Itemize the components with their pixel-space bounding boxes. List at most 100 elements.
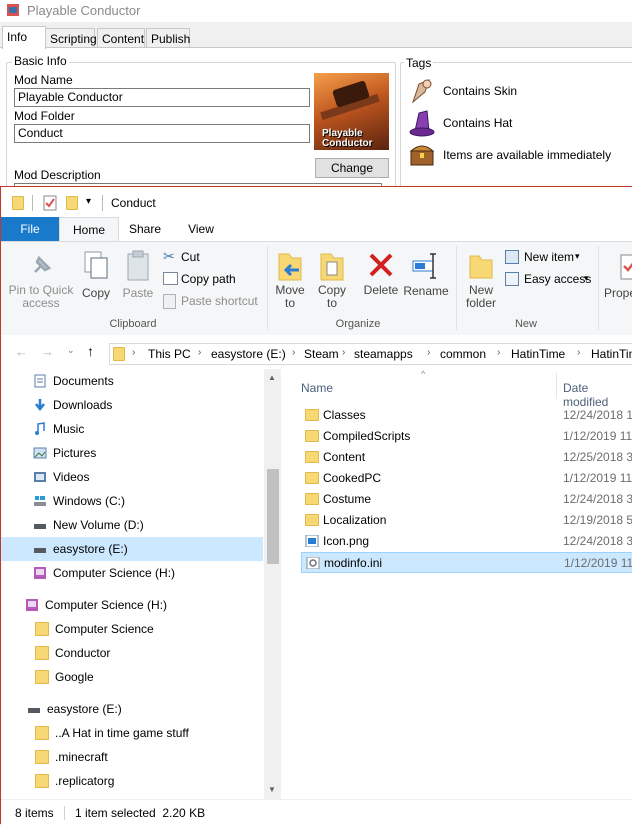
file-row-icon-png[interactable]: Icon.png 12/24/2018 3: [301,531,632,552]
change-button[interactable]: Change [315,158,389,178]
address-bar[interactable]: › This PC › easystore (E:) › Steam › ste… [109,343,632,365]
navigation-scrollbar[interactable]: ▲ ▼ [264,369,281,799]
cut-button[interactable]: ✂ Cut [161,248,261,266]
new-item-button[interactable]: New item ▾ [504,248,590,266]
tab-info[interactable]: Info [2,26,46,49]
tab-scripting[interactable]: Scripting [45,28,97,48]
tag-contains-skin[interactable]: Contains Skin [443,84,517,98]
breadcrumb-easystore[interactable]: easystore (E:) [211,347,286,361]
tab-home[interactable]: Home [59,217,119,242]
copy-icon [84,251,108,279]
copy-button[interactable]: Copy [77,248,115,308]
ribbon-home: Pin to Quick access Copy Paste ✂ Cut Cop… [1,241,632,337]
delete-button[interactable]: Delete [361,248,401,314]
customize-quick-access-icon[interactable]: ▾ [86,196,91,207]
hat-tag-icon [409,110,435,137]
mod-name-field[interactable]: Playable Conductor [14,88,310,107]
drive-icon [28,708,40,713]
nav-folder-computer-science[interactable]: Computer Science [35,617,263,641]
properties-icon[interactable] [43,195,57,211]
tab-view[interactable]: View [177,217,225,241]
network-drive-icon [34,567,46,579]
up-arrow-icon[interactable]: ↑ [87,343,94,359]
folder-icon [35,622,49,636]
ribbon-tabs: File Home Share View [1,217,632,242]
address-folder-icon [113,347,125,361]
nav-music[interactable]: Music [33,417,263,441]
file-list: ^ Name Date modified Classes 12/24/2018 … [281,369,632,799]
nav-folder-conductor[interactable]: Conductor [35,641,263,665]
pin-to-quick-access-button[interactable]: Pin to Quick access [7,248,75,314]
tab-share[interactable]: Share [121,217,169,241]
image-file-icon [305,535,319,547]
nav-downloads[interactable]: Downloads [33,393,263,417]
file-row-classes[interactable]: Classes 12/24/2018 11 [301,405,632,426]
nav-pictures[interactable]: Pictures [33,441,263,465]
paste-shortcut-button[interactable]: Paste shortcut [161,292,261,310]
breadcrumb-hatintime[interactable]: HatinTime [511,347,565,361]
folder-icon [305,430,319,442]
copy-to-icon [320,253,344,281]
nav-new-volume-d[interactable]: New Volume (D:) [33,513,263,537]
file-row-modinfo-ini-selected[interactable]: modinfo.ini 1/12/2019 11: [301,552,632,573]
nav-folder-replicatorg[interactable]: .replicatorg [35,769,263,793]
copy-path-button[interactable]: Copy path [161,270,261,288]
recent-locations-icon[interactable]: ⌄ [67,345,75,356]
tab-file[interactable]: File [1,217,59,241]
properties-button[interactable]: Prope [604,248,632,314]
breadcrumb-steam[interactable]: Steam [304,347,339,361]
easy-access-dropdown-icon: ▾ [584,273,589,283]
mod-folder-field[interactable]: Conduct [14,124,310,143]
tab-publish[interactable]: Publish [146,28,190,48]
paste-shortcut-icon [163,294,176,309]
column-name-header[interactable]: Name [301,381,333,395]
scroll-down-icon[interactable]: ▼ [268,785,276,794]
folder-icon [35,646,49,660]
move-to-button[interactable]: Move to [271,248,309,314]
folder-icon [305,451,319,463]
file-row-content[interactable]: Content 12/25/2018 3: [301,447,632,468]
breadcrumb-common[interactable]: common [440,347,486,361]
new-folder-button[interactable]: New folder [461,248,501,314]
downloads-icon [35,399,45,412]
breadcrumb-steamapps[interactable]: steamapps [354,347,413,361]
mod-folder-label: Mod Folder [14,109,75,123]
thumbnail-text: Playable Conductor [322,128,373,149]
navigation-scroll-thumb[interactable] [267,469,279,564]
copy-to-button[interactable]: Copy to [313,248,351,314]
breadcrumb-hatintime-sub[interactable]: HatinTim [591,347,632,361]
mod-description-label: Mod Description [14,168,101,182]
folder-icon [35,726,49,740]
new-folder-quick-icon[interactable] [66,196,78,210]
rename-button[interactable]: Rename [403,248,449,314]
nav-easystore-e-root[interactable]: easystore (E:) [27,697,263,721]
forward-arrow-icon[interactable]: → [41,344,54,359]
nav-computer-science-h-root[interactable]: Computer Science (H:) [25,593,263,617]
file-row-cookedpc[interactable]: CookedPC 1/12/2019 11: [301,468,632,489]
selection-info: 1 item selected 2.20 KB [75,806,206,820]
back-arrow-icon[interactable]: ← [15,344,28,359]
nav-videos[interactable]: Videos [33,465,263,489]
scroll-up-icon[interactable]: ▲ [268,373,276,382]
organize-group-label: Organize [335,318,381,330]
paste-button[interactable]: Paste [119,248,157,308]
nav-documents[interactable]: Documents [33,369,263,393]
nav-windows-c[interactable]: Windows (C:) [33,489,263,513]
tag-items-available[interactable]: Items are available immediately [443,148,611,162]
tag-contains-hat[interactable]: Contains Hat [443,116,512,130]
nav-folder-minecraft[interactable]: .minecraft [35,745,263,769]
nav-computer-science-h[interactable]: Computer Science (H:) [33,561,263,585]
file-row-costume[interactable]: Costume 12/24/2018 3: [301,489,632,510]
breadcrumb-this-pc[interactable]: This PC [148,347,191,361]
new-item-dropdown-icon: ▾ [575,251,580,261]
tab-content[interactable]: Content [97,28,145,48]
easy-access-button[interactable]: Easy access ▾ [504,270,594,288]
file-row-localization[interactable]: Localization 12/19/2018 5: [301,510,632,531]
file-row-compiledscripts[interactable]: CompiledScripts 1/12/2019 11: [301,426,632,447]
easy-access-icon [505,272,519,286]
nav-easystore-e-selected[interactable]: easystore (E:) [1,537,263,561]
drive-icon [34,548,46,553]
nav-folder-hat-in-time-stuff[interactable]: ..A Hat in time game stuff [35,721,263,745]
nav-folder-google[interactable]: Google [35,665,263,689]
app-icon [7,4,19,16]
